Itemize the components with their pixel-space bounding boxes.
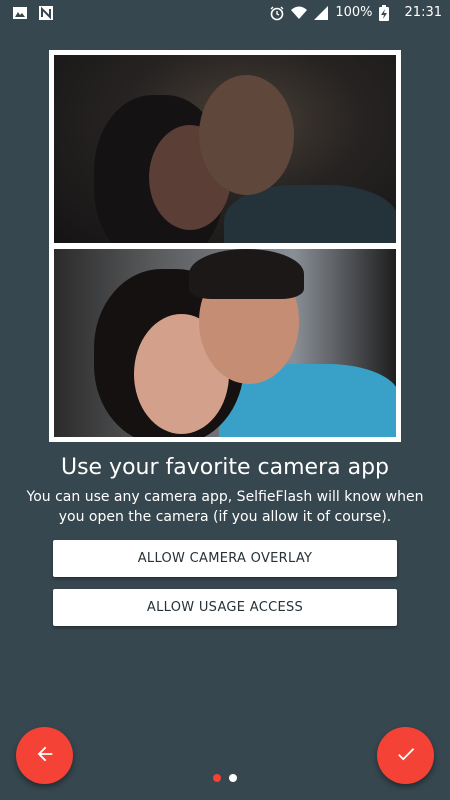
page-indicator bbox=[0, 774, 450, 782]
selfie-photo-dark bbox=[54, 55, 396, 243]
comparison-photo-frame bbox=[49, 50, 401, 442]
page-dot-2 bbox=[229, 774, 237, 782]
clock: 21:31 bbox=[404, 5, 442, 20]
alarm-icon bbox=[269, 5, 285, 21]
onboarding-description: You can use any camera app, SelfieFlash … bbox=[26, 489, 424, 525]
status-bar-left bbox=[12, 5, 54, 21]
status-bar-right: 100% 21:31 bbox=[269, 4, 442, 21]
wifi-icon bbox=[291, 5, 308, 21]
status-bar: 100% 21:31 bbox=[0, 0, 450, 25]
page-dot-1-active bbox=[213, 774, 221, 782]
check-icon bbox=[395, 743, 417, 769]
selfie-photo-flash bbox=[54, 249, 396, 437]
n-app-icon bbox=[38, 5, 54, 21]
allow-camera-overlay-button[interactable]: ALLOW CAMERA OVERLAY bbox=[53, 540, 397, 577]
battery-percent: 100% bbox=[335, 5, 373, 20]
allow-usage-access-button[interactable]: ALLOW USAGE ACCESS bbox=[53, 589, 397, 626]
image-icon bbox=[12, 5, 28, 21]
onboarding-title: Use your favorite camera app bbox=[60, 455, 390, 480]
signal-icon bbox=[313, 5, 329, 21]
battery-charging-icon bbox=[378, 4, 395, 21]
arrow-left-icon bbox=[34, 743, 56, 769]
